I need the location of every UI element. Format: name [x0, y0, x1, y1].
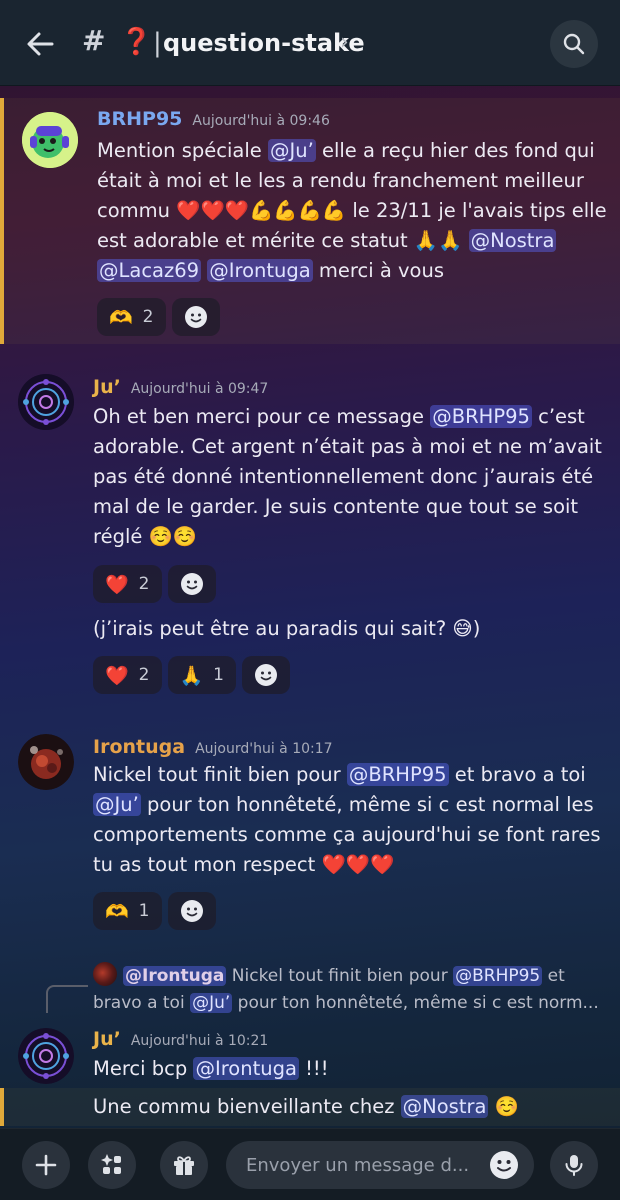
reaction-bar: 🫶 2: [97, 298, 220, 336]
message-timestamp: Aujourd'hui à 10:21: [130, 1033, 269, 1049]
mention[interactable]: @Irontuga: [193, 1057, 299, 1080]
message-irontuga[interactable]: Irontuga Aujourd'hui à 10:17 Nickel tout …: [0, 720, 620, 935]
avatar[interactable]: [18, 734, 74, 790]
add-reaction-button[interactable]: [242, 656, 290, 694]
plus-button[interactable]: [22, 1141, 70, 1189]
channel-hash-icon: #: [82, 24, 106, 57]
reply-connector-line: [46, 985, 88, 1013]
message-timestamp: Aujourd'hui à 09:47: [130, 381, 269, 397]
message-timestamp: Aujourd'hui à 09:46: [192, 113, 330, 129]
smiley-icon: [180, 900, 203, 922]
mention[interactable]: @Ju’: [190, 993, 233, 1013]
message-author[interactable]: Irontuga Aujourd'hui à 10:17: [93, 736, 333, 758]
mention[interactable]: @Lacaz69: [97, 259, 202, 282]
smiley-icon: [255, 664, 277, 686]
add-reaction-button[interactable]: [167, 565, 216, 603]
reply-author[interactable]: @Irontuga: [123, 966, 227, 986]
message-brhp95[interactable]: BRHP95 Aujourd'hui à 09:46 Mention spécia…: [0, 98, 620, 344]
mention[interactable]: @Nostra: [468, 229, 557, 252]
message-ju-2-line2[interactable]: Une commu bienveillante chez @Nostra ☺️: [0, 1088, 620, 1126]
mention[interactable]: @Ju’: [267, 139, 316, 162]
add-reaction-button[interactable]: [171, 298, 220, 336]
channel-header: # ❓ | question-stake ›: [0, 0, 620, 86]
author-name[interactable]: BRHP95: [97, 108, 182, 130]
message-ju-1[interactable]: Ju’ Aujourd'hui à 09:47 Oh et ben merci p…: [0, 360, 620, 700]
channel-separator: |: [153, 28, 162, 58]
reply-avatar: [93, 962, 117, 986]
add-reaction-button[interactable]: [167, 892, 216, 930]
reaction-bar: ❤️ 2 🙏 1: [93, 656, 290, 694]
channel-emoji: ❓: [120, 27, 153, 57]
chevron-right-icon[interactable]: ›: [340, 30, 349, 55]
message-composer: Envoyer un message d...: [0, 1128, 620, 1200]
mention[interactable]: @Ju’: [93, 793, 141, 816]
reaction-chip[interactable]: 🫶 2: [97, 298, 166, 336]
search-icon: [563, 33, 585, 55]
reaction-chip[interactable]: ❤️ 2: [93, 656, 162, 694]
smiley-icon: [184, 306, 207, 328]
smiley-icon: [490, 1151, 518, 1179]
search-button[interactable]: [550, 20, 598, 68]
apps-sparkle-icon: [101, 1154, 121, 1174]
mention[interactable]: @Nostra: [400, 1095, 489, 1118]
message-text: Oh et ben merci pour ce message @BRHP95 …: [93, 405, 602, 548]
smiley-icon: [180, 573, 203, 595]
author-name[interactable]: Ju’: [93, 376, 121, 398]
message-text: Nickel tout finit bien pour @BRHP95 et b…: [93, 763, 601, 876]
avatar[interactable]: [18, 374, 74, 430]
message-input-placeholder: Envoyer un message d...: [246, 1154, 470, 1176]
mention[interactable]: @BRHP95: [430, 405, 532, 428]
author-name[interactable]: Irontuga: [93, 736, 185, 758]
reaction-bar: 🫶 1: [93, 892, 216, 930]
gift-button[interactable]: [160, 1141, 208, 1189]
channel-name[interactable]: question-stake: [163, 29, 365, 57]
message-ju-2[interactable]: Ju’ Aujourd'hui à 10:21 Merci bcp @Irontu…: [0, 1022, 620, 1088]
gift-icon: [174, 1156, 194, 1175]
mention[interactable]: @BRHP95: [453, 966, 543, 986]
avatar[interactable]: [18, 1028, 74, 1084]
back-arrow-icon[interactable]: [24, 28, 56, 60]
mention[interactable]: @BRHP95: [346, 763, 449, 786]
voice-message-button[interactable]: [550, 1141, 598, 1189]
mention[interactable]: @Irontuga: [207, 259, 313, 282]
message-author[interactable]: Ju’ Aujourd'hui à 09:47: [93, 376, 268, 398]
message-author[interactable]: Ju’ Aujourd'hui à 10:21: [93, 1028, 268, 1050]
microphone-icon: [565, 1155, 583, 1176]
message-author[interactable]: BRHP95 Aujourd'hui à 09:46: [97, 108, 330, 130]
message-timestamp: Aujourd'hui à 10:17: [195, 741, 333, 757]
reaction-chip[interactable]: 🙏 1: [167, 656, 236, 694]
message-text: Merci bcp @Irontuga !!!: [93, 1057, 329, 1080]
message-text: Une commu bienveillante chez @Nostra ☺️: [93, 1095, 519, 1118]
reaction-bar: ❤️ 2: [93, 565, 216, 603]
emoji-picker-button[interactable]: [488, 1149, 520, 1181]
reply-preview[interactable]: @Irontuga Nickel tout finit bien pour @B…: [93, 962, 603, 1017]
plus-icon: [35, 1154, 57, 1176]
reaction-chip[interactable]: 🫶 1: [93, 892, 162, 930]
avatar[interactable]: [22, 112, 78, 168]
author-name[interactable]: Ju’: [93, 1028, 121, 1050]
message-text: Mention spéciale @Ju’ elle a reçu hier d…: [97, 139, 607, 282]
apps-button[interactable]: [88, 1141, 136, 1189]
message-followup-text: (j’irais peut être au paradis qui sait? …: [93, 617, 481, 640]
reaction-chip[interactable]: ❤️ 2: [93, 565, 162, 603]
